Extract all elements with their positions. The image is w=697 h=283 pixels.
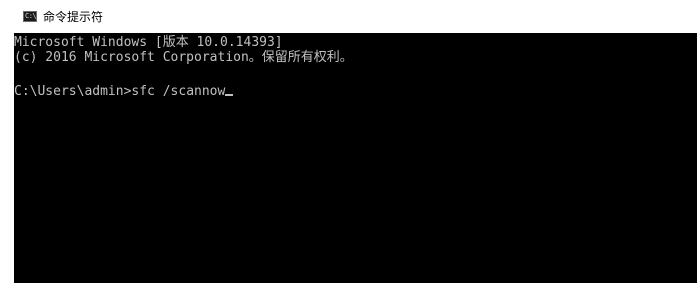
- cmd-icon[interactable]: C:\: [23, 11, 37, 22]
- console-prompt: C:\Users\admin>: [14, 84, 132, 99]
- console-input-line[interactable]: C:\Users\admin>sfc /scannow: [14, 84, 234, 100]
- command-prompt-window: C:\ 命令提示符 Microsoft Windows [版本 10.0.143…: [0, 0, 697, 283]
- window-title: 命令提示符: [43, 10, 104, 24]
- text-cursor: [225, 94, 234, 96]
- cmd-icon-glyph: C:\: [25, 12, 37, 20]
- title-bar[interactable]: C:\ 命令提示符: [0, 0, 697, 33]
- console-output-line-copyright: (c) 2016 Microsoft Corporation。保留所有权利。: [14, 50, 353, 65]
- console-output-line-version: Microsoft Windows [版本 10.0.14393]: [14, 35, 283, 50]
- console-area[interactable]: Microsoft Windows [版本 10.0.14393] (c) 20…: [14, 33, 697, 283]
- console-command[interactable]: sfc /scannow: [131, 84, 225, 99]
